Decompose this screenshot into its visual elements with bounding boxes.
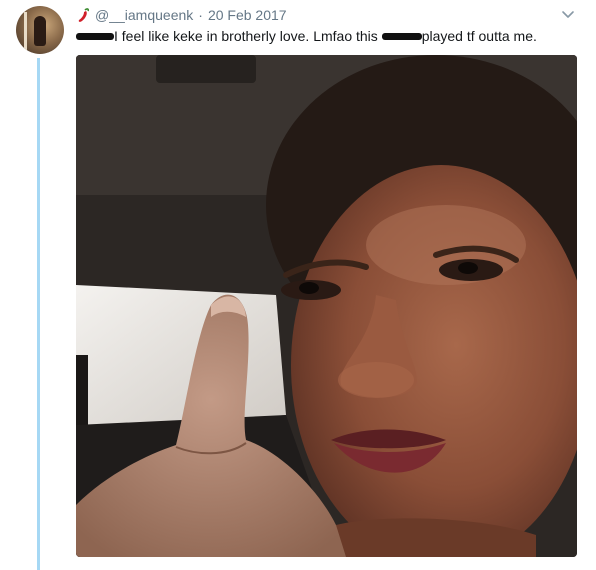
chevron-down-icon[interactable] — [560, 6, 576, 22]
tweet-photo[interactable] — [76, 55, 577, 557]
tweet-text-part2: played tf outta me. — [421, 28, 537, 44]
tweet-date[interactable]: 20 Feb 2017 — [208, 7, 287, 23]
selfie-photo — [76, 55, 577, 557]
redaction-mark — [76, 32, 114, 40]
redaction-mark — [381, 32, 422, 40]
header-separator: · — [198, 7, 203, 23]
tweet-text-part1: I feel like keke in brotherly love. Lmfa… — [114, 28, 378, 44]
tweet-text: I feel like keke in brotherly love. Lmfa… — [76, 27, 537, 45]
tweet-header: @__iamqueenk · 20 Feb 2017 — [76, 6, 287, 24]
thread-connector-line — [37, 58, 40, 570]
avatar[interactable] — [16, 6, 64, 54]
user-handle[interactable]: @__iamqueenk — [95, 7, 193, 23]
chili-pepper-icon — [78, 8, 90, 22]
